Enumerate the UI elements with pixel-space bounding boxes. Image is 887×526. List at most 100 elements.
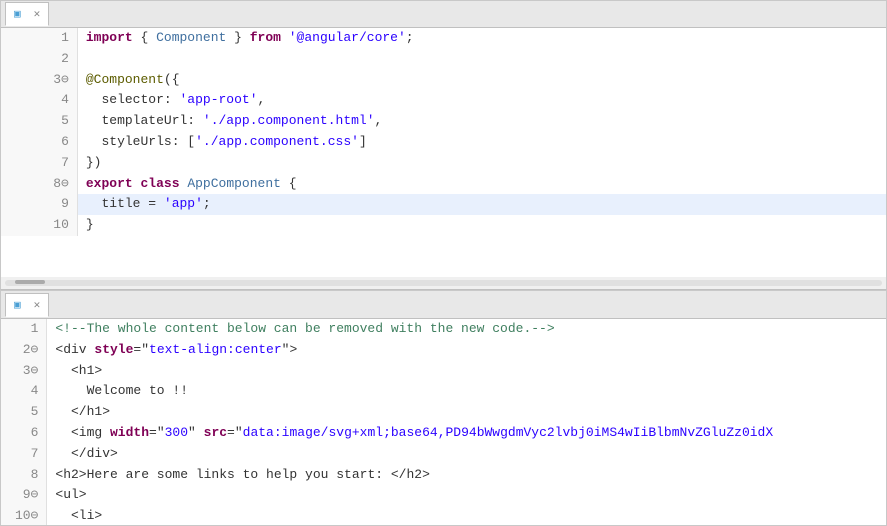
punct-token: =" (149, 425, 165, 440)
line-content: <li> (47, 506, 886, 525)
table-row: 5 </h1> (1, 402, 886, 423)
punct-token: < (55, 363, 78, 378)
punct-token (102, 425, 110, 440)
punct-token: >Here are some links to help you start: … (79, 467, 407, 482)
line-content: <h1> (47, 361, 886, 382)
table-row: 6 styleUrls: ['./app.component.css'] (1, 132, 886, 153)
punct-token (133, 176, 141, 191)
line-number: 8 (1, 465, 47, 486)
table-row: 2 (1, 49, 886, 70)
attr-name-token: style (94, 342, 133, 357)
bottom-code-area[interactable]: 1<!--The whole content below can be remo… (1, 319, 886, 525)
attr-name-token: src (204, 425, 227, 440)
line-content: Welcome to !! (47, 381, 886, 402)
line-number: 3⊖ (1, 70, 77, 91)
line-number: 8⊖ (1, 174, 77, 195)
punct-token: > (102, 404, 110, 419)
prop-token: templateUrl (86, 113, 187, 128)
xml-attr-token: 300 (165, 425, 188, 440)
top-code-area[interactable]: 1import { Component } from '@angular/cor… (1, 28, 886, 278)
bottom-editor-pane: ▣ ✕ 1<!--The whole content below can be … (0, 290, 887, 526)
prop-token: title (86, 196, 141, 211)
html-tag-token: div (63, 342, 86, 357)
html-tag-token: img (79, 425, 102, 440)
punct-token (281, 30, 289, 45)
line-number: 1 (1, 28, 77, 49)
attr-name-token: width (110, 425, 149, 440)
html-tag-token: div (87, 446, 110, 461)
top-tab[interactable]: ▣ ✕ (5, 2, 49, 26)
line-content: } (77, 215, 886, 236)
top-horiz-scroll[interactable] (1, 277, 886, 289)
kw-import-token: import (86, 30, 133, 45)
top-tab-close[interactable]: ✕ (34, 7, 41, 21)
line-content: title = 'app'; (77, 194, 886, 215)
line-number: 1 (1, 319, 47, 340)
top-editor-pane: ▣ ✕ 1import { Component } from '@angular… (0, 0, 887, 290)
line-number: 4 (1, 90, 77, 111)
line-content: styleUrls: ['./app.component.css'] (77, 132, 886, 153)
kw-from-token: from (250, 30, 281, 45)
html-tag-token: ul (63, 487, 79, 502)
line-number: 7 (1, 153, 77, 174)
table-row: 5 templateUrl: './app.component.html', (1, 111, 886, 132)
table-row: 6 <img width="300" src="data:image/svg+x… (1, 423, 886, 444)
punct-token: ; (203, 196, 211, 211)
line-number: 4 (1, 381, 47, 402)
kw-export-token: export (86, 176, 133, 191)
str-token: './app.component.css' (195, 134, 359, 149)
line-content (77, 49, 886, 70)
bottom-tab-bar: ▣ ✕ (1, 291, 886, 319)
punct-token: > (94, 508, 102, 523)
table-row: 7}) (1, 153, 886, 174)
line-content: </h1> (47, 402, 886, 423)
table-row: 1import { Component } from '@angular/cor… (1, 28, 886, 49)
punct-token: > (94, 363, 102, 378)
line-content: </div> (47, 444, 886, 465)
table-row: 4 Welcome to !! (1, 381, 886, 402)
line-content: import { Component } from '@angular/core… (77, 28, 886, 49)
str-token: 'app-root' (180, 92, 258, 107)
line-number: 6 (1, 423, 47, 444)
line-number: 9 (1, 194, 77, 215)
line-content: <!--The whole content below can be remov… (47, 319, 886, 340)
file-icon-bottom: ▣ (14, 298, 21, 312)
html-tag-token: h1 (87, 404, 103, 419)
line-content: templateUrl: './app.component.html', (77, 111, 886, 132)
table-row: 3⊖@Component({ (1, 70, 886, 91)
table-row: 8⊖export class AppComponent { (1, 174, 886, 195)
table-row: 7 </div> (1, 444, 886, 465)
top-tab-bar: ▣ ✕ (1, 1, 886, 28)
bottom-tab[interactable]: ▣ ✕ (5, 293, 49, 317)
table-row: 8<h2>Here are some links to help you sta… (1, 465, 886, 486)
punct-token: = (140, 196, 163, 211)
prop-token: selector (86, 92, 164, 107)
html-tag-token: h1 (79, 363, 95, 378)
line-number: 10 (1, 215, 77, 236)
punct-token: < (55, 425, 78, 440)
top-horiz-thumb (15, 280, 45, 284)
html-tag-token: li (79, 508, 95, 523)
punct-token: : (187, 113, 203, 128)
kw-class-token: class (141, 176, 180, 191)
punct-token: ] (359, 134, 367, 149)
table-row: 3⊖ <h1> (1, 361, 886, 382)
punct-token: { (281, 176, 297, 191)
line-content: <div style="text-align:center"> (47, 340, 886, 361)
table-row: 9 title = 'app'; (1, 194, 886, 215)
punct-token: ; (406, 30, 414, 45)
punct-token: , (258, 92, 266, 107)
line-number: 6 (1, 132, 77, 153)
table-row: 4 selector: 'app-root', (1, 90, 886, 111)
punct-token: }) (86, 155, 102, 170)
decorator-token: @Component (86, 72, 164, 87)
top-horiz-track (5, 280, 882, 286)
punct-token: Welcome to !! (55, 383, 188, 398)
str-token: '@angular/core' (289, 30, 406, 45)
punct-token: } (226, 30, 249, 45)
line-content: @Component({ (77, 70, 886, 91)
bottom-tab-close[interactable]: ✕ (34, 298, 41, 312)
line-number: 10⊖ (1, 506, 47, 525)
punct-token: </ (55, 446, 86, 461)
punct-token: < (55, 508, 78, 523)
